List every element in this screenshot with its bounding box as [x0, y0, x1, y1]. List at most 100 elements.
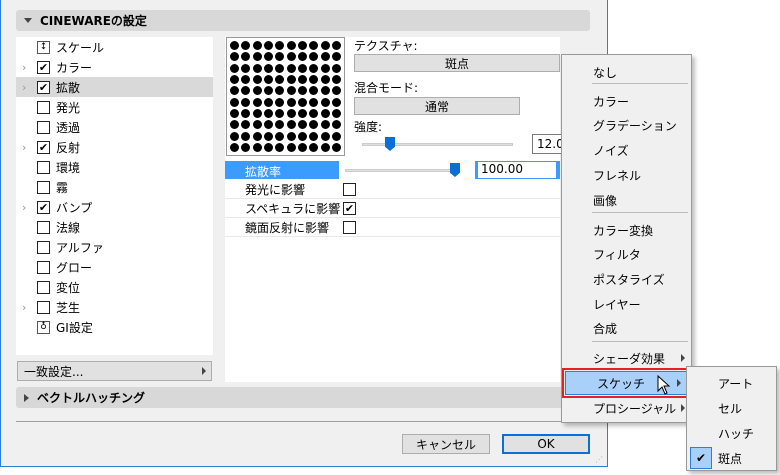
channel-checkbox[interactable] [37, 160, 50, 174]
channel-checkbox[interactable] [37, 260, 50, 274]
channel-checkbox[interactable] [37, 300, 50, 314]
menu-item[interactable]: 合成 [562, 316, 691, 340]
diffuse-rate-slider[interactable] [345, 169, 460, 172]
menu-item[interactable]: グラデーション [562, 113, 691, 137]
channel-checkbox[interactable] [37, 100, 50, 114]
diffuse-rate-slider-thumb[interactable] [450, 163, 460, 177]
submenu-item[interactable]: アート [687, 371, 776, 395]
menu-item[interactable]: カラー変換 [562, 218, 691, 242]
preview-dot [252, 63, 262, 73]
submenu-item[interactable]: ✔ 斑点 [687, 446, 776, 470]
channel-item[interactable]: グロー [16, 257, 213, 277]
preview-dot [275, 120, 285, 130]
menu-item[interactable]: プロシージャル [562, 396, 691, 420]
channel-item[interactable]: › ✔ 反射 [16, 137, 213, 157]
channel-checkbox[interactable]: ✔ [37, 140, 50, 154]
submenu-item-label: ハッチ [718, 426, 755, 441]
preview-dot [309, 52, 319, 62]
menu-item[interactable]: 画像 [562, 188, 691, 212]
preview-dot [252, 41, 262, 51]
channel-item[interactable]: 環境 [16, 157, 213, 177]
menu-separator [592, 341, 688, 342]
submenu-item[interactable]: セル [687, 396, 776, 420]
channel-checkbox[interactable] [37, 240, 50, 254]
channel-item[interactable]: › ✔ カラー [16, 57, 213, 77]
preview-dot [252, 108, 262, 118]
section-header-cineware[interactable]: CINEWAREの設定 [16, 10, 590, 31]
channel-checkbox[interactable]: ✔ [37, 80, 50, 94]
channel-item[interactable]: › 芝生 [16, 297, 213, 317]
strength-label: 強度: [354, 120, 383, 134]
menu-separator [592, 212, 688, 213]
preview-dot [309, 63, 319, 73]
expand-chevron-icon[interactable]: › [22, 201, 26, 214]
option-checkbox[interactable] [343, 220, 356, 234]
channel-item[interactable]: ♁ GI設定 [16, 317, 213, 337]
channel-checkbox[interactable] [37, 280, 50, 294]
preview-dot [297, 142, 307, 152]
ok-button[interactable]: OK [502, 434, 590, 454]
texture-button[interactable]: 斑点 [354, 54, 560, 72]
menu-item[interactable]: ポスタライズ [562, 267, 691, 291]
diffuse-rate-input[interactable]: 100.00 [478, 162, 556, 178]
preview-dot [286, 75, 296, 85]
channel-item[interactable]: 発光 [16, 97, 213, 117]
section-header-vector-hatching[interactable]: ベクトルハッチング [16, 387, 590, 408]
channel-label: 反射 [56, 140, 81, 155]
preview-dot [241, 142, 251, 152]
menu-item[interactable]: ノイズ [562, 138, 691, 162]
submenu-item[interactable]: ハッチ [687, 421, 776, 445]
expand-chevron-icon[interactable]: › [22, 301, 26, 314]
menu-item[interactable]: レイヤー [562, 292, 691, 316]
expand-chevron-icon[interactable]: › [22, 61, 26, 74]
menu-item[interactable]: フレネル [562, 163, 691, 187]
channel-checkbox[interactable] [37, 120, 50, 134]
menu-item[interactable]: フィルタ [562, 242, 691, 266]
expand-chevron-icon[interactable]: › [22, 81, 26, 94]
channel-item[interactable]: ↕ スケール [16, 37, 213, 57]
preview-dot [320, 86, 330, 96]
preview-dot [309, 75, 319, 85]
preview-dot [297, 120, 307, 130]
arrow-right-icon [202, 367, 206, 375]
preview-dot [331, 120, 341, 130]
preview-dot [252, 75, 262, 85]
preview-dot [241, 52, 251, 62]
channel-item[interactable]: 法線 [16, 217, 213, 237]
menu-item[interactable]: カラー [562, 89, 691, 113]
expand-chevron-icon[interactable]: › [22, 141, 26, 154]
submenu-arrow-icon [681, 354, 685, 362]
preview-dot [230, 86, 240, 96]
resize-grip-icon[interactable]: ⋰ [595, 455, 603, 464]
option-row: スペキュラに影響 ✔ [225, 199, 560, 218]
preview-dot [230, 41, 240, 51]
channel-item[interactable]: 霧 [16, 177, 213, 197]
strength-slider[interactable] [362, 143, 513, 146]
option-checkbox[interactable] [343, 182, 356, 196]
cancel-button[interactable]: キャンセル [402, 434, 490, 454]
preview-dot [286, 120, 296, 130]
channel-label: グロー [56, 260, 93, 275]
preview-dot [309, 86, 319, 96]
channel-item[interactable]: › ✔ バンプ [16, 197, 213, 217]
menu-item-label: カラー変換 [593, 223, 654, 238]
preview-dot [297, 97, 307, 107]
sketch-submenu: アート セルハッチ ✔ 斑点 [686, 366, 777, 471]
match-settings-button[interactable]: 一致設定... [17, 361, 212, 381]
menu-item[interactable]: シェーダ効果 [562, 346, 691, 370]
mouse-cursor-icon [657, 375, 671, 395]
channel-item[interactable]: アルファ [16, 237, 213, 257]
channel-item[interactable]: 透過 [16, 117, 213, 137]
channel-checkbox[interactable] [37, 220, 50, 234]
channel-checkbox[interactable] [37, 180, 50, 194]
menu-item[interactable]: なし [562, 60, 691, 84]
blend-mode-button[interactable]: 通常 [354, 97, 520, 115]
channel-item[interactable]: › ✔ 拡散 [16, 77, 213, 97]
option-checkbox[interactable]: ✔ [343, 201, 356, 215]
preview-dot [241, 63, 251, 73]
preview-dot [264, 131, 274, 141]
channel-item[interactable]: 変位 [16, 277, 213, 297]
preview-dot [264, 108, 274, 118]
channel-checkbox[interactable]: ✔ [37, 60, 50, 74]
channel-checkbox[interactable]: ✔ [37, 200, 50, 214]
